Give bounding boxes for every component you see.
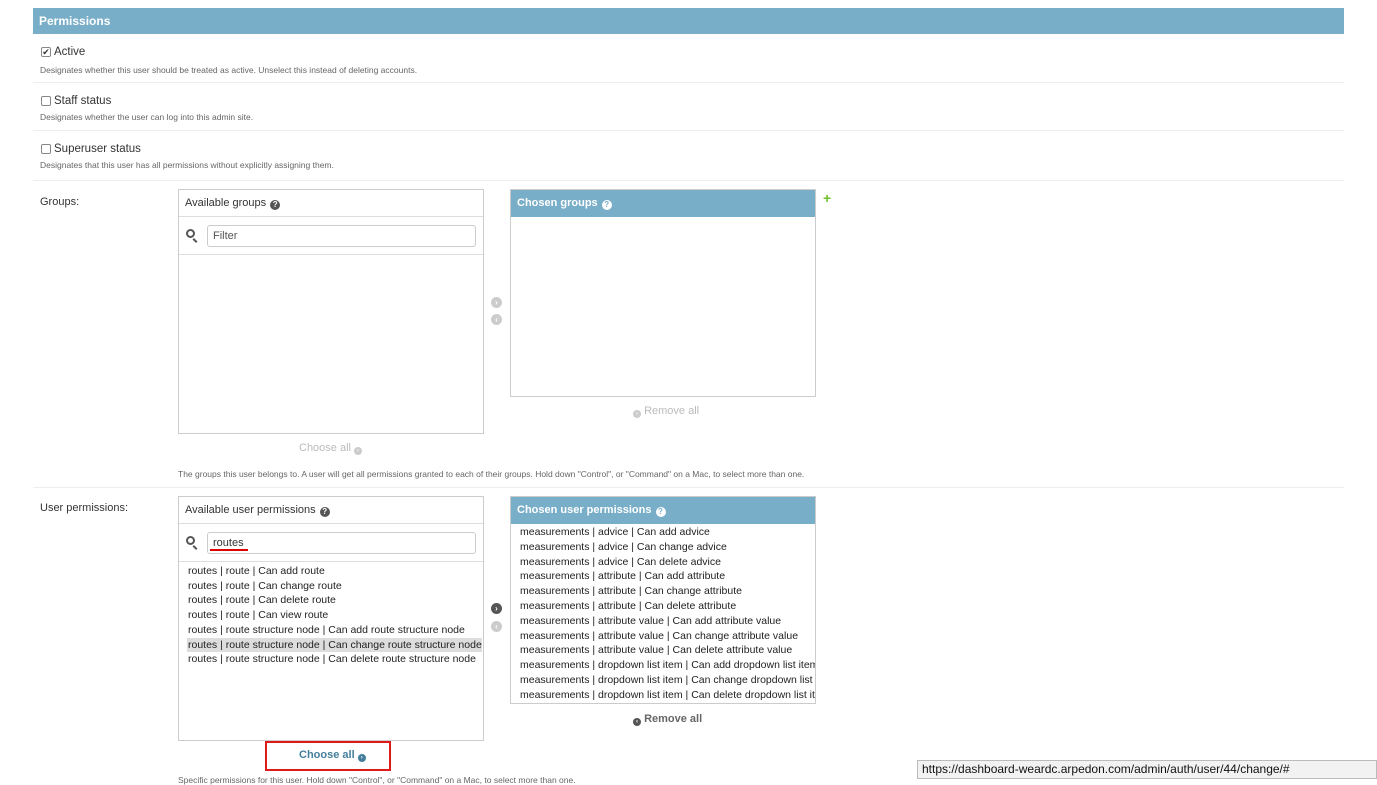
- filter-highlight-underline: [210, 549, 248, 551]
- available-permissions-title: Available user permissions?: [179, 497, 483, 524]
- available-permissions-box: Available user permissions? routes | rou…: [178, 496, 484, 741]
- permissions-header: Permissions: [33, 8, 1344, 34]
- superuser-row: Superuser status Designates that this us…: [33, 131, 1344, 181]
- available-permission-option[interactable]: routes | route structure node | Can dele…: [188, 652, 476, 666]
- available-permission-option[interactable]: routes | route structure node | Can add …: [188, 623, 465, 637]
- active-checkbox[interactable]: ✔: [41, 47, 51, 57]
- chosen-permissions-title: Chosen user permissions?: [511, 497, 815, 524]
- question-circle-icon[interactable]: ?: [270, 200, 281, 210]
- arrow-left-circle-icon: ‹: [633, 410, 641, 418]
- search-icon: [186, 229, 195, 238]
- groups-filter-bar: [179, 218, 483, 255]
- available-groups-list[interactable]: [179, 256, 483, 433]
- available-permissions-title-text: Available user permissions: [185, 504, 316, 516]
- question-circle-icon[interactable]: ?: [655, 507, 666, 517]
- user-permissions-label: User permissions:: [40, 502, 129, 514]
- chosen-permission-option[interactable]: measurements | attribute | Can add attri…: [520, 569, 815, 583]
- groups-choose-all-button[interactable]: Choose all ›: [299, 442, 363, 455]
- permissions-filter-bar: [179, 525, 483, 562]
- chosen-permissions-list[interactable]: measurements | advice | Can add advice me…: [511, 524, 815, 703]
- staff-help: Designates whether the user can log into…: [40, 112, 254, 122]
- permissions-remove-all-button[interactable]: ‹ Remove all: [633, 713, 702, 726]
- available-permission-option[interactable]: routes | route | Can add route: [188, 564, 325, 578]
- question-circle-icon[interactable]: ?: [319, 507, 330, 517]
- active-row: ✔ Active Designates whether this user sh…: [33, 35, 1344, 83]
- question-circle-icon[interactable]: ?: [601, 200, 612, 210]
- active-label: Active: [54, 46, 86, 58]
- chosen-permission-option[interactable]: measurements | attribute value | Can add…: [520, 614, 815, 628]
- available-permission-option[interactable]: routes | route | Can change route: [188, 579, 342, 593]
- groups-filter-input[interactable]: [207, 225, 476, 247]
- arrow-left-circle-icon[interactable]: ‹: [491, 314, 502, 325]
- superuser-label: Superuser status: [54, 143, 141, 155]
- staff-checkbox[interactable]: [41, 96, 51, 106]
- chosen-permission-option[interactable]: measurements | attribute value | Can cha…: [520, 629, 815, 643]
- permissions-remove-all-label: Remove all: [644, 713, 703, 725]
- available-permission-option[interactable]: routes | route | Can delete route: [188, 593, 336, 607]
- chosen-permission-option[interactable]: measurements | dropdown list item | Can …: [520, 673, 815, 687]
- superuser-help: Designates that this user has all permis…: [40, 160, 334, 170]
- superuser-checkbox[interactable]: [41, 144, 51, 154]
- arrow-right-circle-icon[interactable]: ›: [491, 603, 502, 614]
- arrow-right-circle-icon[interactable]: ›: [491, 297, 502, 308]
- plus-icon[interactable]: +: [823, 190, 831, 206]
- chosen-groups-title-text: Chosen groups: [517, 197, 598, 209]
- chosen-permission-option[interactable]: measurements | attribute | Can delete at…: [520, 599, 815, 613]
- chosen-permission-option[interactable]: measurements | advice | Can change advic…: [520, 540, 815, 554]
- chosen-permission-option[interactable]: measurements | dropdown list item | Can …: [520, 688, 815, 702]
- available-permission-option[interactable]: routes | route structure node | Can chan…: [187, 637, 482, 652]
- arrow-right-circle-icon: ›: [354, 447, 363, 455]
- chosen-groups-title: Chosen groups?: [511, 190, 815, 217]
- available-groups-box: Available groups?: [178, 189, 484, 434]
- chosen-permission-option[interactable]: measurements | dropdown list item | Can …: [520, 658, 815, 672]
- available-permission-option[interactable]: routes | route | Can view route: [188, 608, 328, 622]
- groups-label: Groups:: [40, 196, 80, 208]
- arrow-left-circle-icon[interactable]: ‹: [491, 621, 502, 632]
- groups-help: The groups this user belongs to. A user …: [178, 469, 805, 479]
- available-groups-title-text: Available groups: [185, 197, 267, 209]
- search-icon: [186, 536, 195, 545]
- status-bar-url: https://dashboard-weardc.arpedon.com/adm…: [917, 760, 1377, 779]
- permissions-help: Specific permissions for this user. Hold…: [178, 775, 576, 785]
- staff-label: Staff status: [54, 95, 112, 107]
- chosen-groups-box: Chosen groups?: [510, 189, 816, 397]
- chosen-permission-option[interactable]: measurements | advice | Can add advice: [520, 525, 815, 539]
- groups-remove-all-label: Remove all: [644, 405, 700, 417]
- available-groups-title: Available groups?: [179, 190, 483, 217]
- arrow-left-circle-icon: ‹: [633, 718, 641, 726]
- available-permissions-list[interactable]: routes | route | Can add route routes | r…: [179, 562, 483, 740]
- chosen-permissions-box: Chosen user permissions? measurements | …: [510, 496, 816, 704]
- groups-choose-all-label: Choose all: [299, 442, 351, 454]
- staff-row: Staff status Designates whether the user…: [33, 83, 1344, 131]
- chosen-permission-option[interactable]: measurements | advice | Can delete advic…: [520, 555, 815, 569]
- active-help: Designates whether this user should be t…: [40, 65, 418, 75]
- groups-remove-all-button[interactable]: ‹ Remove all: [633, 405, 699, 418]
- chosen-groups-list[interactable]: [511, 217, 815, 396]
- choose-all-highlight-box: [265, 741, 391, 771]
- chosen-permission-option[interactable]: measurements | attribute | Can change at…: [520, 584, 815, 598]
- chosen-permission-option[interactable]: measurements | attribute value | Can del…: [520, 643, 815, 657]
- chosen-permissions-title-text: Chosen user permissions: [517, 504, 652, 516]
